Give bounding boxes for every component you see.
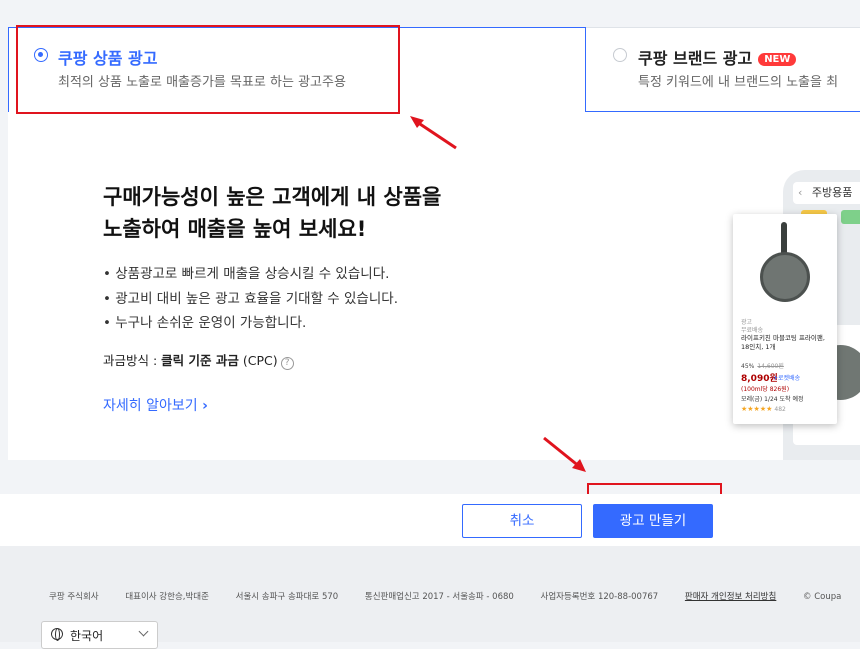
billing-suffix: (CPC) bbox=[238, 353, 278, 368]
new-badge: NEW bbox=[758, 53, 797, 66]
headline-line-1: 구매가능성이 높은 고객에게 내 상품을 bbox=[103, 185, 442, 209]
discount-line: 45% 14,600원 bbox=[741, 361, 784, 370]
chevron-left-icon: ‹ bbox=[798, 186, 803, 199]
language-label: 한국어 bbox=[70, 629, 104, 643]
headline-line-2: 노출하여 매출을 높여 보세요! bbox=[103, 217, 367, 241]
learn-more-link[interactable]: 자세히 알아보기 › bbox=[103, 395, 208, 415]
billing-value: 클릭 기준 과금 bbox=[161, 353, 239, 368]
product-card-illustration: 광고 무료배송 라이프키친 마블코팅 프라이팬, 18인치, 1개 45% 14,… bbox=[733, 214, 837, 424]
footer-info: 쿠팡 주식회사 대표이사 강한승,박대준 서울시 송파구 송파대로 570 통신… bbox=[49, 590, 860, 602]
cancel-button[interactable]: 취소 bbox=[462, 504, 582, 538]
benefit-list: • 상품광고로 빠르게 매출을 상승시킬 수 있습니다. • 광고비 대비 높은… bbox=[103, 262, 398, 336]
pan-handle-image bbox=[781, 222, 787, 256]
footer-ceo: 대표이사 강한승,박대준 bbox=[125, 592, 209, 602]
review-count: 482 bbox=[774, 406, 786, 413]
help-icon[interactable]: ? bbox=[280, 357, 294, 370]
original-price: 14,600원 bbox=[757, 363, 784, 370]
list-item: • 상품광고로 빠르게 매출을 상승시킬 수 있습니다. bbox=[103, 266, 390, 282]
list-item: • 누구나 손쉬운 운영이 가능합니다. bbox=[103, 315, 307, 331]
rocket-delivery-badge: ✈로켓배송 bbox=[773, 373, 800, 382]
learn-more-label: 자세히 알아보기 bbox=[103, 398, 198, 414]
chevron-down-icon bbox=[138, 626, 149, 637]
action-bar bbox=[0, 494, 860, 546]
shipping-label: 무료배송 bbox=[741, 327, 764, 334]
phone-search-text: 주방용품 bbox=[811, 186, 853, 199]
footer-biz-number: 사업자등록번호 120-88-00767 bbox=[540, 592, 659, 602]
radio-unselected[interactable] bbox=[613, 48, 627, 62]
unit-price: (100ml당 826원) bbox=[741, 386, 790, 393]
rocket-label: 로켓배송 bbox=[778, 375, 801, 382]
language-select[interactable]: 한국어 bbox=[41, 621, 158, 649]
create-ad-button[interactable]: 광고 만들기 bbox=[593, 504, 713, 538]
arrow-pointer-icon bbox=[410, 116, 457, 150]
list-item: • 광고비 대비 높은 광고 효율을 기대할 수 있습니다. bbox=[103, 290, 398, 307]
tab-coupang-brand-ad[interactable]: 쿠팡 브랜드 광고 NEW 특정 키워드에 내 브랜드의 노출을 최 bbox=[586, 27, 860, 112]
tab-title: 쿠팡 브랜드 광고 NEW bbox=[638, 45, 797, 69]
stars: ★★★★★ bbox=[741, 405, 773, 413]
chevron-right-icon: › bbox=[202, 398, 208, 414]
phone-search-bar: ‹ 주방용품 bbox=[793, 182, 860, 204]
arrival-date: 모레(금) 1/24 도착 예정 bbox=[741, 396, 804, 403]
top-strip bbox=[0, 0, 860, 28]
frying-pan-image bbox=[760, 252, 810, 302]
product-name: 라이프키친 마블코팅 프라이팬, 18인치, 1개 bbox=[741, 334, 825, 351]
footer-address: 서울시 송파구 송파대로 570 bbox=[235, 592, 339, 602]
highlight-box-product-ad bbox=[16, 25, 400, 114]
billing-label: 과금방식 : bbox=[103, 353, 162, 368]
footer-copyright: © Coupa bbox=[803, 592, 842, 602]
billing-method: 과금방식 : 클릭 기준 과금 (CPC)? bbox=[103, 350, 294, 370]
rating-stars: ★★★★★ 482 bbox=[741, 405, 786, 413]
arrow-pointer-icon bbox=[543, 436, 586, 472]
discount-rate: 45% bbox=[741, 363, 755, 370]
footer-telecom: 통신판매업신고 2017 - 서울송파 - 0680 bbox=[364, 592, 514, 602]
tab-title-text: 쿠팡 브랜드 광고 bbox=[638, 49, 753, 68]
globe-icon bbox=[51, 628, 63, 641]
tab-description: 특정 키워드에 내 브랜드의 노출을 최 bbox=[638, 75, 839, 90]
headline: 구매가능성이 높은 고객에게 내 상품을 노출하여 매출을 높여 보세요! bbox=[103, 181, 441, 245]
footer-company: 쿠팡 주식회사 bbox=[49, 592, 99, 602]
privacy-policy-link[interactable]: 판매자 개인정보 처리방침 bbox=[685, 592, 776, 602]
phone-chip bbox=[841, 210, 860, 224]
